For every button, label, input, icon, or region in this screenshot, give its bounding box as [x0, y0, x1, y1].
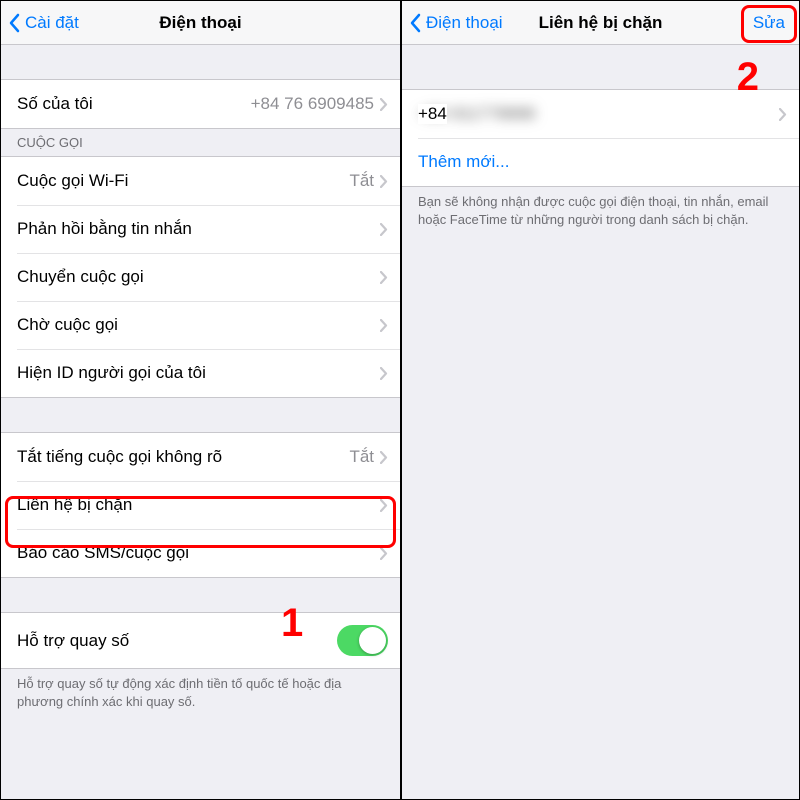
chevron-right-icon: [380, 98, 388, 111]
back-button[interactable]: Cài đặt: [9, 13, 79, 33]
blocked-contacts-cell[interactable]: Liên hệ bị chặn: [1, 481, 400, 529]
chevron-right-icon: [380, 499, 388, 512]
my-number-label: Số của tôi: [17, 94, 251, 114]
chevron-right-icon: [380, 175, 388, 188]
chevron-left-icon: [9, 13, 21, 33]
nav-bar: Cài đặt Điện thoại: [1, 1, 400, 45]
add-new-cell[interactable]: Thêm mới...: [402, 138, 799, 186]
caller-id-label: Hiện ID người gọi của tôi: [17, 363, 380, 383]
wifi-calling-cell[interactable]: Cuộc gọi Wi-Fi Tắt: [1, 157, 400, 205]
my-number-cell[interactable]: Số của tôi +84 76 6909485: [1, 80, 400, 128]
blocked-number: +84 911778888: [418, 104, 779, 124]
my-number-value: +84 76 6909485: [251, 94, 374, 114]
calls-section-header: CUỘC GỌI: [1, 129, 400, 156]
report-sms-label: Báo cáo SMS/cuộc gọi: [17, 543, 380, 563]
chevron-right-icon: [380, 271, 388, 284]
silence-unknown-label: Tắt tiếng cuộc gọi không rõ: [17, 447, 349, 467]
blocked-contacts-panel: Điện thoại Liên hệ bị chặn Sửa +84 91177…: [400, 1, 799, 799]
nav-bar: Điện thoại Liên hệ bị chặn Sửa: [402, 1, 799, 45]
back-label: Cài đặt: [25, 13, 79, 33]
wifi-calling-value: Tắt: [349, 171, 374, 191]
chevron-right-icon: [380, 451, 388, 464]
chevron-right-icon: [380, 367, 388, 380]
blocked-contacts-label: Liên hệ bị chặn: [17, 495, 380, 515]
phone-settings-panel: Cài đặt Điện thoại Số của tôi +84 76 690…: [1, 1, 400, 799]
blocked-contact-row[interactable]: +84 911778888 +84: [402, 90, 799, 138]
edit-button[interactable]: Sửa: [747, 11, 791, 35]
call-forwarding-cell[interactable]: Chuyển cuộc gọi: [1, 253, 400, 301]
chevron-right-icon: [380, 547, 388, 560]
silence-unknown-value: Tắt: [349, 447, 374, 467]
blocked-list: +84 911778888 +84 Thêm mới... Bạn sẽ khô…: [402, 45, 799, 799]
report-sms-cell[interactable]: Báo cáo SMS/cuộc gọi: [1, 529, 400, 577]
respond-with-text-cell[interactable]: Phản hồi bằng tin nhắn: [1, 205, 400, 253]
dial-assist-footer: Hỗ trợ quay số tự động xác định tiền tố …: [1, 669, 400, 720]
respond-with-text-label: Phản hồi bằng tin nhắn: [17, 219, 380, 239]
back-button[interactable]: Điện thoại: [410, 13, 503, 33]
add-new-label: Thêm mới...: [418, 152, 509, 172]
silence-unknown-cell[interactable]: Tắt tiếng cuộc gọi không rõ Tắt: [1, 433, 400, 481]
chevron-right-icon: [779, 108, 787, 121]
chevron-left-icon: [410, 13, 422, 33]
dial-assist-label: Hỗ trợ quay số: [17, 631, 337, 651]
settings-list: Số của tôi +84 76 6909485 CUỘC GỌI Cuộc …: [1, 45, 400, 799]
caller-id-cell[interactable]: Hiện ID người gọi của tôi: [1, 349, 400, 397]
call-forwarding-label: Chuyển cuộc gọi: [17, 267, 380, 287]
call-waiting-cell[interactable]: Chờ cuộc gọi: [1, 301, 400, 349]
dial-assist-switch[interactable]: [337, 625, 388, 656]
back-label: Điện thoại: [426, 13, 503, 33]
call-waiting-label: Chờ cuộc gọi: [17, 315, 380, 335]
chevron-right-icon: [380, 319, 388, 332]
chevron-right-icon: [380, 223, 388, 236]
dial-assist-cell[interactable]: Hỗ trợ quay số: [1, 613, 400, 668]
blocked-footer: Bạn sẽ không nhận được cuộc gọi điện tho…: [402, 187, 799, 238]
wifi-calling-label: Cuộc gọi Wi-Fi: [17, 171, 349, 191]
